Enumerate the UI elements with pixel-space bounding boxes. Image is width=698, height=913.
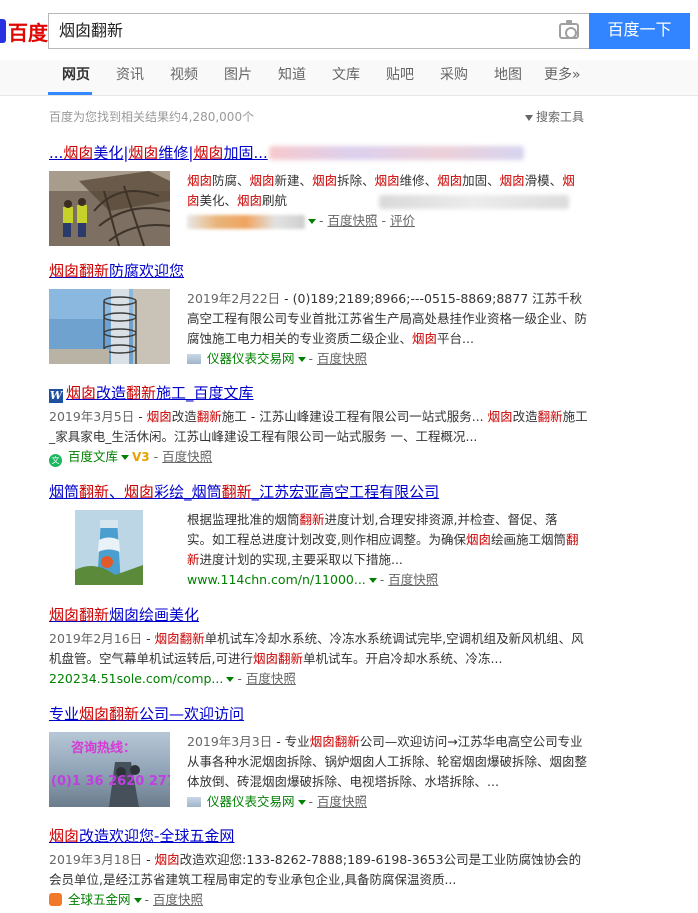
result-source[interactable]: www.114chn.com/n/11000...: [187, 572, 366, 587]
baidu-snapshot-link[interactable]: 百度快照: [317, 351, 367, 366]
blurred-region: [269, 146, 524, 160]
search-result: 专业烟囱翻新公司—欢迎访问 咨询热线： (0)1 36 2620 277 201…: [49, 704, 589, 814]
result-thumbnail[interactable]: [49, 171, 170, 246]
hotline-number: (0)1 36 2620 277: [51, 774, 170, 789]
result-title[interactable]: 烟筒翻新、烟囱彩绘_烟筒翻新_江苏宏亚高空工程有限公司: [49, 482, 589, 502]
site-favicon-icon: [187, 797, 201, 807]
search-button[interactable]: 百度一下: [589, 13, 690, 49]
baidu-snapshot-link[interactable]: 百度快照: [327, 213, 377, 228]
evaluate-link[interactable]: 评价: [390, 213, 415, 228]
baidu-snapshot-link[interactable]: 百度快照: [153, 892, 203, 907]
camera-icon[interactable]: [559, 20, 579, 39]
baidu-snapshot-link[interactable]: 百度快照: [246, 671, 296, 686]
result-source[interactable]: 仪器仪表交易网: [207, 351, 295, 366]
nav-tabs: 网页 资讯 视频 图片 知道 文库 贴吧 采购 地图 更多»: [0, 60, 698, 96]
dropdown-arrow-icon[interactable]: [297, 800, 306, 805]
word-doc-icon: W: [49, 389, 63, 403]
tab-news[interactable]: 资讯: [116, 60, 144, 96]
result-thumbnail[interactable]: [75, 510, 143, 585]
result-thumbnail[interactable]: [49, 289, 170, 364]
blurred-region: [379, 195, 569, 209]
tab-caigou[interactable]: 采购: [440, 60, 468, 96]
result-source-line: 仪器仪表交易网 - 百度快照: [187, 792, 587, 812]
wenku-icon: 文: [49, 454, 62, 467]
baidu-snapshot-link[interactable]: 百度快照: [162, 449, 212, 464]
baidu-paw-icon: [0, 19, 6, 43]
tab-video[interactable]: 视频: [170, 60, 198, 96]
dropdown-arrow-icon[interactable]: [297, 357, 306, 362]
baidu-logo[interactable]: 百度: [0, 17, 48, 45]
result-snippet: 2019年3月18日 - 烟囱改造欢迎您:133-8262-7888;189-6…: [49, 850, 589, 890]
hotline-label: 咨询热线：: [71, 741, 137, 756]
tab-map[interactable]: 地图: [494, 60, 522, 96]
result-thumbnail[interactable]: 咨询热线： (0)1 36 2620 277: [49, 732, 170, 807]
search-result: 烟囱翻新防腐欢迎您 2019年2月22日 - (0)189;2189;8966;…: [49, 261, 589, 371]
result-source-line: 220234.51sole.com/comp... - 百度快照: [49, 671, 296, 686]
site-favicon-icon: [187, 354, 201, 364]
result-snippet: 2019年3月3日 - 专业烟囱翻新公司—欢迎访问→江苏华电高空公司专业从事各种…: [187, 732, 587, 792]
result-title[interactable]: 专业烟囱翻新公司—欢迎访问: [49, 704, 589, 724]
tab-more[interactable]: 更多»: [544, 60, 581, 96]
result-date: 2019年3月5日: [49, 409, 135, 424]
result-title-text[interactable]: 烟囱改造翻新施工_百度文库: [66, 384, 254, 402]
tab-zhidao[interactable]: 知道: [278, 60, 306, 96]
logo-text: 百度: [8, 20, 48, 45]
search-result: W 烟囱改造翻新施工_百度文库 2019年3月5日 - 烟囱改造翻新施工 - 江苏…: [49, 383, 589, 467]
baidu-snapshot-link[interactable]: 百度快照: [317, 794, 367, 809]
result-source-line: 仪器仪表交易网 - 百度快照: [187, 349, 587, 369]
search-input[interactable]: [59, 14, 539, 48]
baidu-snapshot-link[interactable]: 百度快照: [388, 572, 438, 587]
result-date: 2019年2月22日: [187, 291, 281, 306]
dropdown-arrow-icon[interactable]: [308, 219, 316, 224]
result-source-line: - 百度快照 - 评价: [187, 211, 577, 231]
result-source[interactable]: 220234.51sole.com/comp...: [49, 671, 223, 686]
result-count: 百度为您找到相关结果约4,280,000个: [49, 110, 255, 124]
dropdown-arrow-icon[interactable]: [368, 578, 377, 583]
tab-web[interactable]: 网页: [62, 60, 90, 96]
search-result: 烟筒翻新、烟囱彩绘_烟筒翻新_江苏宏亚高空工程有限公司 根据监理批准的烟筒翻新进…: [49, 482, 589, 592]
tab-tieba[interactable]: 贴吧: [386, 60, 414, 96]
result-date: 2019年3月18日: [49, 852, 143, 867]
result-title[interactable]: 烟囱改造欢迎您-全球五金网: [49, 826, 589, 846]
result-title[interactable]: W 烟囱改造翻新施工_百度文库: [49, 383, 589, 403]
result-source-line: 全球五金网 - 百度快照: [49, 890, 589, 910]
result-source-line: 文百度文库 V3 - 百度快照: [49, 447, 589, 467]
result-source[interactable]: 百度文库: [68, 449, 118, 464]
result-title[interactable]: 烟囱翻新烟囱绘画美化: [49, 605, 589, 625]
result-source[interactable]: 仪器仪表交易网: [207, 794, 295, 809]
wujin-site-icon: [49, 893, 62, 906]
search-box[interactable]: [48, 13, 589, 49]
dropdown-arrow-icon[interactable]: [121, 455, 130, 460]
tab-wenku[interactable]: 文库: [332, 60, 360, 96]
dropdown-arrow-icon[interactable]: [226, 677, 235, 682]
result-title[interactable]: 烟囱翻新防腐欢迎您: [49, 261, 589, 281]
tab-images[interactable]: 图片: [224, 60, 252, 96]
verified-badge[interactable]: V3: [132, 450, 150, 464]
result-snippet: 2019年2月16日 - 烟囱翻新单机试车冷却水系统、冷冻水系统调试完毕,空调机…: [49, 629, 589, 669]
result-date: 2019年3月3日: [187, 734, 273, 749]
result-snippet: 2019年3月5日 - 烟囱改造翻新施工 - 江苏山峰建设工程有限公司一站式服务…: [49, 407, 589, 447]
search-result: 烟囱翻新烟囱绘画美化 2019年2月16日 - 烟囱翻新单机试车冷却水系统、冷冻…: [49, 605, 589, 686]
search-tools-button[interactable]: 搜索工具: [525, 108, 584, 125]
search-result: 烟囱改造欢迎您-全球五金网 2019年3月18日 - 烟囱改造欢迎您:133-8…: [49, 826, 589, 912]
nav-active-indicator: [48, 92, 92, 95]
dropdown-arrow-icon[interactable]: [133, 898, 142, 903]
funnel-icon: [525, 114, 533, 121]
result-snippet: 2019年2月22日 - (0)189;2189;8966;---0515-88…: [187, 289, 587, 349]
result-snippet: 根据监理批准的烟筒翻新进度计划,合理安排资源,并检查、督促、落实。如工程总进度计…: [187, 512, 579, 567]
search-result: ...烟囱美化|烟囱维修|烟囱加固... 烟囱防腐、烟囱新建、烟囱拆除、烟囱维修…: [49, 143, 589, 246]
result-date: 2019年2月16日: [49, 631, 143, 646]
search-tools-label: 搜索工具: [536, 110, 585, 124]
result-source-line: www.114chn.com/n/11000... - 百度快照: [187, 572, 439, 587]
header: 百度 百度一下: [0, 0, 698, 60]
blurred-url: [187, 214, 305, 229]
result-source[interactable]: 全球五金网: [68, 892, 131, 907]
